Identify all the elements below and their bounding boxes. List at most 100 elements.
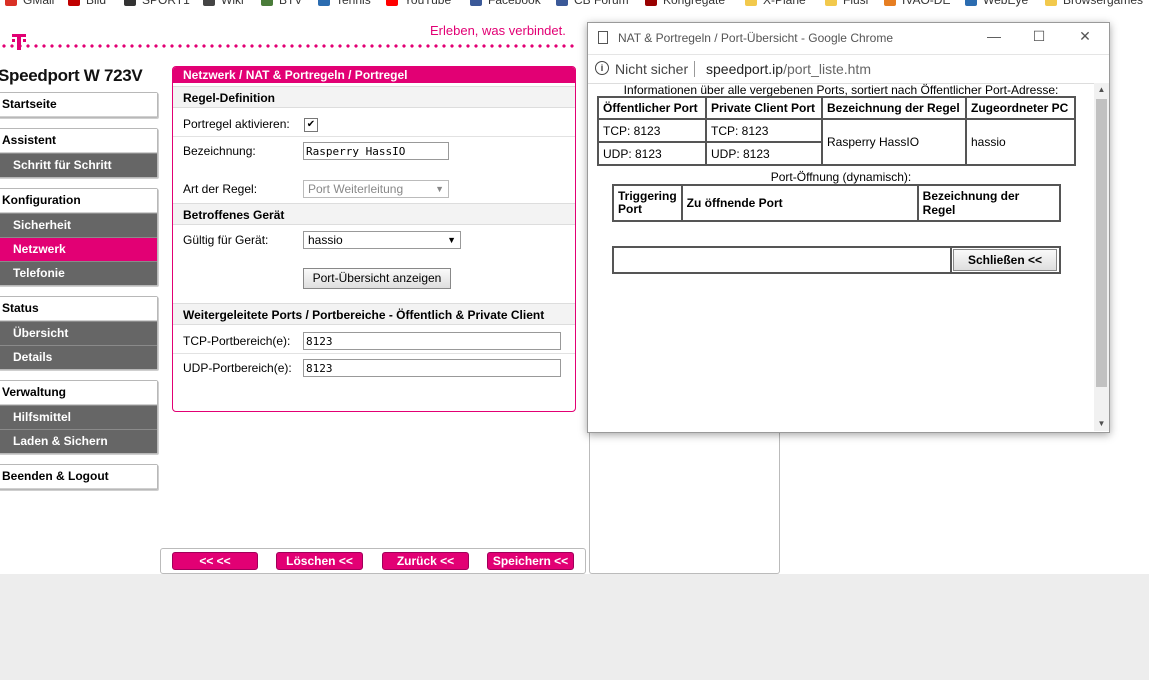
info-icon[interactable]: i	[595, 61, 609, 75]
cell-public-port: UDP: 8123	[597, 141, 707, 166]
divider	[694, 61, 695, 77]
minimize-button[interactable]: —	[984, 28, 1004, 44]
security-status: Nicht sicher	[615, 61, 689, 77]
bookmark-item[interactable]: IVAO-DE	[884, 0, 950, 6]
nav-hilfsmittel[interactable]: Hilfsmittel	[0, 405, 157, 429]
bookmark-icon	[965, 0, 977, 6]
port-uebersicht-button[interactable]: Port-Übersicht anzeigen	[303, 268, 451, 289]
speichern-button[interactable]: Speichern <<	[487, 552, 574, 570]
zurueck-button[interactable]: Zurück <<	[382, 552, 469, 570]
bookmark-item[interactable]: WebEye	[965, 0, 1028, 6]
bookmark-item[interactable]: SPORT1	[124, 0, 190, 6]
right-info-panel	[589, 420, 780, 574]
divider	[173, 353, 575, 354]
geraet-label: Gültig für Gerät:	[183, 233, 269, 247]
bookmark-item[interactable]: Facebook	[470, 0, 541, 6]
bookmark-item[interactable]: GMail	[5, 0, 54, 6]
popup-titlebar[interactable]: NAT & Portregeln / Port-Übersicht - Goog…	[588, 23, 1109, 54]
nav-status[interactable]: Status	[0, 297, 157, 321]
section-weitergeleitete-ports: Weitergeleitete Ports / Portbereiche - Ö…	[173, 303, 575, 325]
cell-private-port: TCP: 8123	[705, 118, 823, 143]
bookmark-icon	[386, 0, 398, 6]
nav-uebersicht[interactable]: Übersicht	[0, 321, 157, 345]
tcp-input[interactable]: 8123	[303, 332, 561, 350]
scroll-up-icon[interactable]: ▲	[1094, 83, 1109, 97]
col-header-rule: Bezeichnung der Regel	[821, 96, 967, 120]
bezeichnung-input[interactable]: Rasperry HassIO	[303, 142, 449, 160]
portregel-label: Portregel aktivieren:	[183, 117, 290, 131]
col-header-public: Öffentlicher Port	[597, 96, 707, 120]
port-overview-popup: NAT & Portregeln / Port-Übersicht - Goog…	[587, 22, 1110, 433]
port-table: Öffentlicher Port Private Client Port Be…	[597, 96, 1076, 166]
bookmark-icon	[556, 0, 568, 6]
bookmark-label: BTV	[279, 0, 303, 7]
section-regel-definition: Regel-Definition	[173, 86, 575, 108]
bookmark-item[interactable]: YouTube	[386, 0, 451, 6]
cell-public-port: TCP: 8123	[597, 118, 707, 143]
geraet-select[interactable]: hassio ▼	[303, 231, 461, 249]
bookmark-icon	[825, 0, 837, 6]
loeschen-button[interactable]: Löschen <<	[276, 552, 363, 570]
bookmark-item[interactable]: X-Plane	[745, 0, 806, 6]
url-text: speedport.ip/port_liste.htm	[706, 61, 871, 77]
art-select[interactable]: Port Weiterleitung ▼	[303, 180, 449, 198]
bookmark-item[interactable]: Browsergames	[1045, 0, 1143, 6]
bookmark-label: YouTube	[404, 0, 452, 7]
bookmark-label: CB Forum	[574, 0, 629, 7]
bookmark-item[interactable]: Tennis	[318, 0, 371, 6]
cell-private-port: UDP: 8123	[705, 141, 823, 166]
bookmark-item[interactable]: Kongregate	[645, 0, 725, 6]
scroll-down-icon[interactable]: ▼	[1094, 417, 1109, 431]
close-bar-spacer	[612, 246, 952, 274]
bookmark-item[interactable]: Flusi	[825, 0, 868, 6]
bookmark-item[interactable]: BTV	[261, 0, 302, 6]
popup-content: Informationen über alle vergebenen Ports…	[588, 83, 1094, 431]
udp-input[interactable]: 8123	[303, 359, 561, 377]
nav-netzwerk[interactable]: Netzwerk	[0, 237, 157, 261]
bookmark-icon	[745, 0, 757, 6]
close-window-button[interactable]: ✕	[1075, 28, 1095, 45]
nav-schritt-fuer-schritt[interactable]: Schritt für Schritt	[0, 153, 157, 177]
slogan: Erleben, was verbindet.	[430, 23, 566, 38]
nav-laden-sichern[interactable]: Laden & Sichern	[0, 429, 157, 453]
document-icon	[598, 31, 608, 44]
schliessen-button[interactable]: Schließen <<	[953, 249, 1057, 271]
bookmark-item[interactable]: Wiki	[203, 0, 244, 6]
bookmark-icon	[470, 0, 482, 6]
col-header-triggering: Triggering Port	[612, 184, 683, 222]
nav-startseite[interactable]: Startseite	[0, 93, 157, 117]
nav-sicherheit[interactable]: Sicherheit	[0, 213, 157, 237]
dynamic-port-table: Triggering Port Zu öffnende Port Bezeich…	[612, 184, 1062, 222]
url-host: speedport.ip	[706, 61, 784, 77]
brand-dotted-line	[0, 44, 575, 48]
close-bar: Schließen <<	[612, 246, 1061, 274]
bezeichnung-label: Bezeichnung:	[183, 144, 256, 158]
cell-rule-name: Rasperry HassIO	[821, 118, 967, 166]
bookmark-item[interactable]: CB Forum	[556, 0, 629, 6]
col-header-private: Private Client Port	[705, 96, 823, 120]
nav-group-verwaltung: Verwaltung Hilfsmittel Laden & Sichern	[0, 380, 158, 454]
bookmark-icon	[884, 0, 896, 6]
dynamic-caption: Port-Öffnung (dynamisch):	[770, 170, 912, 184]
popup-scrollbar[interactable]: ▲ ▼	[1094, 83, 1109, 431]
bookmark-icon	[318, 0, 330, 6]
nav-assistent[interactable]: Assistent	[0, 129, 157, 153]
address-bar[interactable]: i Nicht sicher speedport.ip/port_liste.h…	[588, 54, 1109, 84]
nav-details[interactable]: Details	[0, 345, 157, 369]
popup-window-title: NAT & Portregeln / Port-Übersicht - Goog…	[618, 31, 893, 45]
maximize-button[interactable]: ☐	[1029, 28, 1049, 45]
portregel-checkbox[interactable]: ✔	[304, 118, 318, 132]
nav-konfiguration[interactable]: Konfiguration	[0, 189, 157, 213]
first-button[interactable]: << <<	[172, 552, 258, 570]
scrollbar-thumb[interactable]	[1096, 99, 1107, 387]
nav-logout[interactable]: Beenden & Logout	[0, 465, 157, 489]
nav-telefonie[interactable]: Telefonie	[0, 261, 157, 285]
bookmark-label: Flusi	[843, 0, 869, 7]
bookmark-item[interactable]: Bild	[68, 0, 106, 6]
cell-assigned-pc: hassio	[965, 118, 1076, 166]
bookmark-label: Wiki	[221, 0, 244, 7]
bookmark-label: Tennis	[336, 0, 371, 7]
nav-verwaltung[interactable]: Verwaltung	[0, 381, 157, 405]
nav-group-assistent: Assistent Schritt für Schritt	[0, 128, 158, 178]
bookmark-icon	[645, 0, 657, 6]
